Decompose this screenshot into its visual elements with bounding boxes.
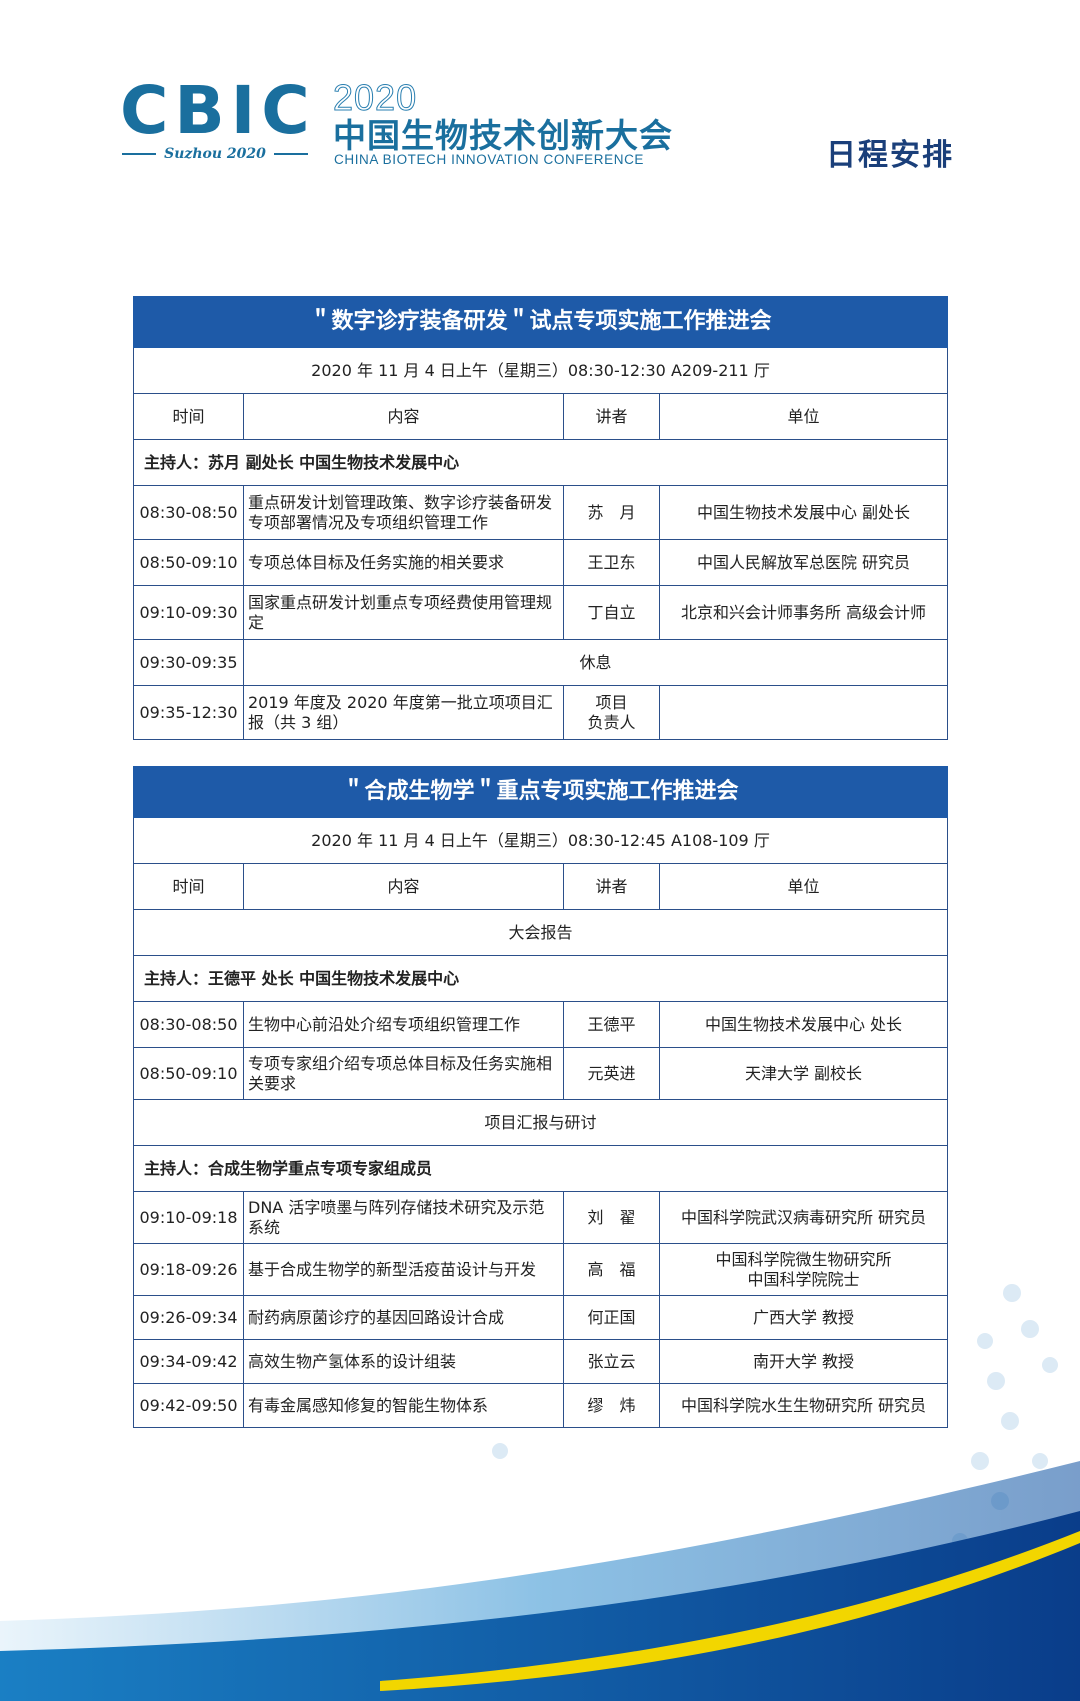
row-content: 基于合成生物学的新型活疫苗设计与开发 <box>243 1243 564 1296</box>
table-row: 08:50-09:10 专项专家组介绍专项总体目标及任务实施相关要求 元英进 天… <box>133 1047 949 1100</box>
row-content: 专项专家组介绍专项总体目标及任务实施相关要求 <box>243 1047 564 1100</box>
section-label: 大会报告 <box>132 909 949 956</box>
row-time: 09:10-09:30 <box>133 585 244 640</box>
row-time: 09:18-09:26 <box>133 1243 244 1296</box>
row-unit: 广西大学 教授 <box>658 1295 949 1340</box>
column-header-row: 时间 内容 讲者 单位 <box>133 863 949 910</box>
row-speaker: 苏 月 <box>563 485 660 540</box>
logo-divider <box>122 153 157 155</box>
session-datetime: 2020 年 11 月 4 日上午（星期三）08:30-12:45 A108-1… <box>132 817 949 864</box>
table-row: 08:30-08:50 生物中心前沿处介绍专项组织管理工作 王德平 中国生物技术… <box>133 1001 949 1048</box>
row-time: 09:42-09:50 <box>133 1383 244 1428</box>
row-speaker: 何正国 <box>563 1295 660 1340</box>
session-host: 主持人：合成生物学重点专项专家组成员 <box>132 1145 949 1192</box>
row-unit: 中国生物技术发展中心 处长 <box>658 1001 949 1048</box>
session-table-synthetic-biology: ＂合成生物学＂重点专项实施工作推进会 2020 年 11 月 4 日上午（星期三… <box>132 766 949 1428</box>
row-unit: 中国生物技术发展中心 副处长 <box>658 485 949 540</box>
col-header-speaker: 讲者 <box>563 393 660 440</box>
logo-suzhou-text: Suzhou 2020 <box>164 146 266 162</box>
row-content: 有毒金属感知修复的智能生物体系 <box>243 1383 564 1428</box>
session-host: 主持人：王德平 处长 中国生物技术发展中心 <box>132 955 949 1002</box>
page-title: 日程安排 <box>826 138 954 173</box>
row-unit: 中国科学院水生生物研究所 研究员 <box>658 1383 949 1428</box>
row-unit <box>658 685 949 740</box>
session-title: ＂数字诊疗装备研发＂试点专项实施工作推进会 <box>132 296 949 348</box>
row-time: 09:26-09:34 <box>133 1295 244 1340</box>
col-header-unit: 单位 <box>658 863 949 910</box>
row-time: 08:50-09:10 <box>133 1047 244 1100</box>
conference-year: 2020 <box>332 77 418 118</box>
conference-name-cn: 中国生物技术创新大会 <box>333 116 673 155</box>
col-header-content: 内容 <box>243 863 564 910</box>
row-speaker: 张立云 <box>563 1339 660 1384</box>
row-unit: 中国人民解放军总医院 研究员 <box>658 539 949 586</box>
table-row: 09:10-09:18 DNA 活字喷墨与阵列存储技术研究及示范系统 刘 翟 中… <box>133 1191 949 1244</box>
row-time: 09:10-09:18 <box>133 1191 244 1244</box>
row-speaker: 王德平 <box>563 1001 660 1048</box>
row-time: 08:30-08:50 <box>133 1001 244 1048</box>
row-unit: 北京和兴会计师事务所 高级会计师 <box>658 585 949 640</box>
row-content: 专项总体目标及任务实施的相关要求 <box>243 539 564 586</box>
row-speaker: 项目 负责人 <box>563 685 660 740</box>
col-header-unit: 单位 <box>658 393 949 440</box>
table-row: 08:50-09:10 专项总体目标及任务实施的相关要求 王卫东 中国人民解放军… <box>133 539 949 586</box>
col-header-content: 内容 <box>243 393 564 440</box>
col-header-time: 时间 <box>133 393 244 440</box>
row-speaker: 元英进 <box>563 1047 660 1100</box>
row-speaker: 丁自立 <box>563 585 660 640</box>
table-row: 09:34-09:42 高效生物产氢体系的设计组装 张立云 南开大学 教授 <box>133 1339 949 1384</box>
table-row: 08:30-08:50 重点研发计划管理政策、数字诊疗装备研发专项部署情况及专项… <box>133 485 949 540</box>
row-speaker: 刘 翟 <box>563 1191 660 1244</box>
row-content: 生物中心前沿处介绍专项组织管理工作 <box>243 1001 564 1048</box>
session-datetime: 2020 年 11 月 4 日上午（星期三）08:30-12:30 A209-2… <box>132 347 949 394</box>
logo-divider <box>273 153 308 155</box>
row-speaker: 王卫东 <box>563 539 660 586</box>
row-unit: 天津大学 副校长 <box>658 1047 949 1100</box>
row-time: 09:34-09:42 <box>133 1339 244 1384</box>
row-content: DNA 活字喷墨与阵列存储技术研究及示范系统 <box>243 1191 564 1244</box>
logo-subtitle: Suzhou 2020 <box>122 146 308 162</box>
table-row: 09:42-09:50 有毒金属感知修复的智能生物体系 缪 炜 中国科学院水生生… <box>133 1383 949 1428</box>
row-unit: 中国科学院武汉病毒研究所 研究员 <box>658 1191 949 1244</box>
cbic-logo: CBIC <box>120 72 316 149</box>
table-row: 09:35-12:30 2019 年度及 2020 年度第一批立项项目汇报（共 … <box>133 685 949 740</box>
row-content: 国家重点研发计划重点专项经费使用管理规定 <box>243 585 564 640</box>
session-title: ＂合成生物学＂重点专项实施工作推进会 <box>132 766 949 818</box>
column-header-row: 时间 内容 讲者 单位 <box>133 393 949 440</box>
row-speaker: 缪 炜 <box>563 1383 660 1428</box>
row-content: 重点研发计划管理政策、数字诊疗装备研发专项部署情况及专项组织管理工作 <box>243 485 564 540</box>
col-header-time: 时间 <box>133 863 244 910</box>
table-row: 09:18-09:26 基于合成生物学的新型活疫苗设计与开发 高 福 中国科学院… <box>133 1243 949 1296</box>
conference-name-en: CHINA BIOTECH INNOVATION CONFERENCE <box>334 152 645 167</box>
table-row: 09:10-09:30 国家重点研发计划重点专项经费使用管理规定 丁自立 北京和… <box>133 585 949 640</box>
break-row: 09:30-09:35 休息 <box>133 639 949 686</box>
row-content: 高效生物产氢体系的设计组装 <box>243 1339 564 1384</box>
col-header-speaker: 讲者 <box>563 863 660 910</box>
row-unit: 中国科学院微生物研究所 中国科学院院士 <box>658 1243 949 1296</box>
section-label: 项目汇报与研讨 <box>132 1099 949 1146</box>
row-time: 08:30-08:50 <box>133 485 244 540</box>
row-time: 08:50-09:10 <box>133 539 244 586</box>
row-content: 2019 年度及 2020 年度第一批立项项目汇报（共 3 组） <box>243 685 564 740</box>
row-content: 耐药病原菌诊疗的基因回路设计合成 <box>243 1295 564 1340</box>
break-label: 休息 <box>242 639 949 686</box>
row-time: 09:35-12:30 <box>133 685 244 740</box>
session-table-digital-diagnosis: ＂数字诊疗装备研发＂试点专项实施工作推进会 2020 年 11 月 4 日上午（… <box>132 296 949 740</box>
session-host: 主持人：苏月 副处长 中国生物技术发展中心 <box>132 439 949 486</box>
table-row: 09:26-09:34 耐药病原菌诊疗的基因回路设计合成 何正国 广西大学 教授 <box>133 1295 949 1340</box>
row-unit: 南开大学 教授 <box>658 1339 949 1384</box>
row-speaker: 高 福 <box>563 1243 660 1296</box>
row-time: 09:30-09:35 <box>133 639 244 686</box>
